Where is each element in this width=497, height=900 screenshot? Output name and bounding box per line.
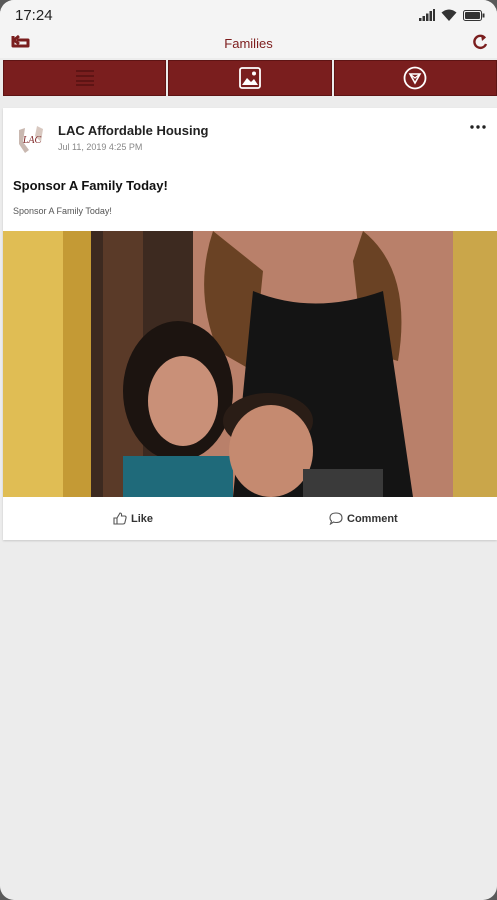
image-icon [239, 67, 261, 89]
page-title: Families [224, 36, 273, 51]
battery-icon [463, 9, 485, 21]
avatar-text: LAC [22, 135, 42, 146]
tab-list[interactable] [3, 60, 167, 96]
avatar: LAC [14, 121, 50, 157]
post-title: Sponsor A Family Today! [13, 178, 168, 193]
video-icon [403, 66, 427, 90]
status-bar: 17:24 [0, 0, 497, 30]
thumbs-up-icon [113, 512, 127, 525]
comment-label: Comment [347, 512, 398, 525]
comment-button[interactable]: Comment [329, 512, 398, 525]
tab-videos[interactable] [333, 60, 497, 96]
status-time: 17:24 [15, 7, 53, 24]
post-actions: Like Comment [3, 508, 497, 536]
comment-icon [329, 512, 343, 525]
post-photo[interactable] [3, 231, 497, 497]
post-card: LAC LAC Affordable Housing Jul 11, 2019 … [3, 108, 497, 540]
tab-photos[interactable] [168, 60, 332, 96]
app-screen: 17:24 Families LAC LAC Affordable Housin… [0, 0, 497, 900]
status-icons [419, 8, 485, 22]
like-label: Like [131, 512, 154, 525]
post-body: Sponsor A Family Today! [13, 206, 112, 216]
wifi-icon [441, 9, 457, 21]
like-button[interactable]: Like [113, 512, 153, 525]
post-author[interactable]: LAC Affordable Housing [58, 123, 208, 138]
list-icon [75, 70, 94, 86]
signal-icon [419, 9, 435, 21]
app-bar: Families [0, 30, 497, 58]
tab-bar [3, 60, 497, 96]
post-date: Jul 11, 2019 4:25 PM [58, 142, 143, 152]
more-options-icon[interactable] [469, 122, 487, 132]
refresh-icon[interactable] [471, 33, 489, 51]
